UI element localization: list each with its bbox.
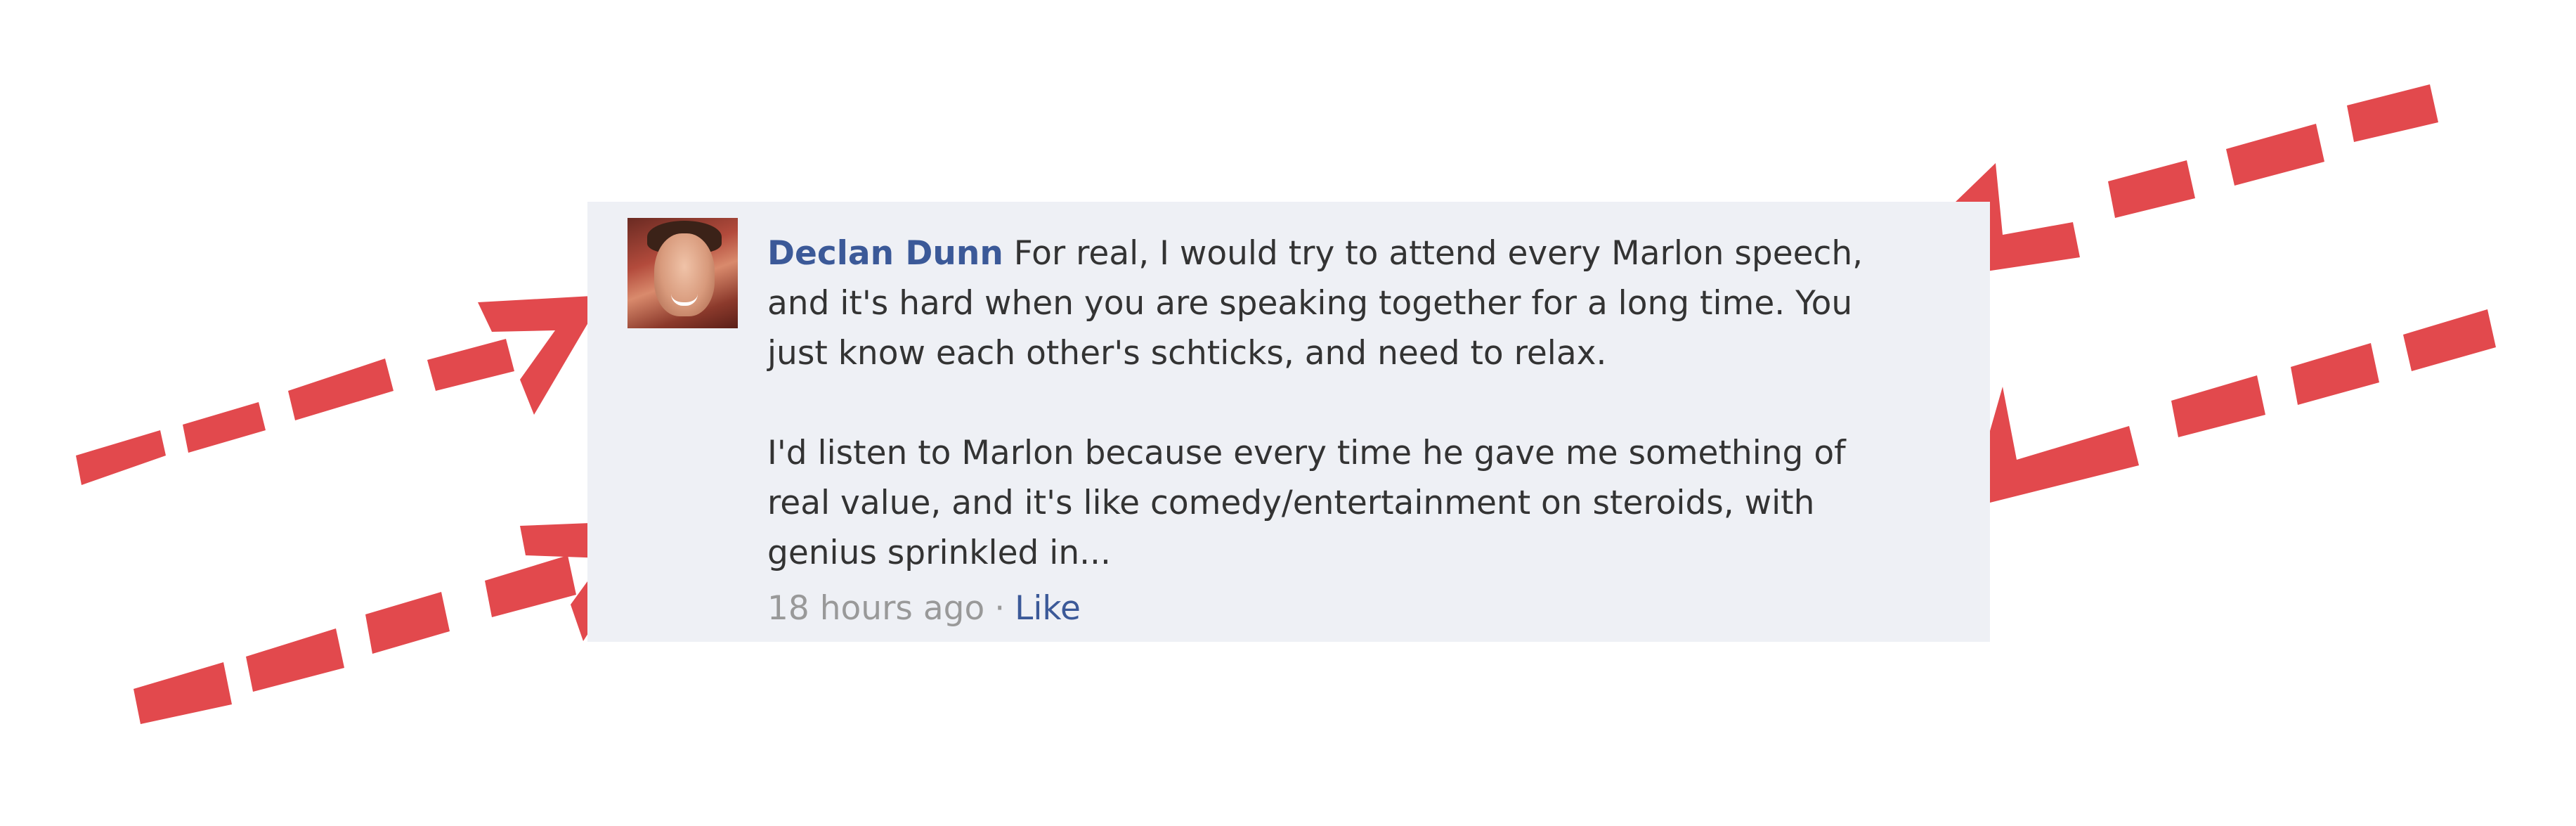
comment-text-2: I'd listen to Marlon because every time …: [767, 434, 1846, 572]
comment-meta: 18 hours ago · Like: [767, 583, 1892, 633]
like-button[interactable]: Like: [1015, 589, 1081, 628]
comment-paragraph-1: Declan Dunn For real, I would try to att…: [767, 228, 1892, 378]
comment-paragraph-2: I'd listen to Marlon because every time …: [767, 428, 1892, 578]
avatar[interactable]: [627, 218, 738, 328]
comment-content: Declan Dunn For real, I would try to att…: [767, 228, 1892, 633]
arrow-upper-right: [1953, 84, 2438, 274]
comment-timestamp[interactable]: 18 hours ago: [767, 589, 984, 628]
author-link[interactable]: Declan Dunn: [767, 234, 1003, 273]
comment-card: Declan Dunn For real, I would try to att…: [587, 202, 1990, 642]
arrow-upper-left: [76, 295, 604, 485]
arrow-lower-left: [134, 520, 661, 724]
meta-separator: ·: [994, 589, 1006, 628]
arrow-lower-right: [1975, 309, 2496, 505]
